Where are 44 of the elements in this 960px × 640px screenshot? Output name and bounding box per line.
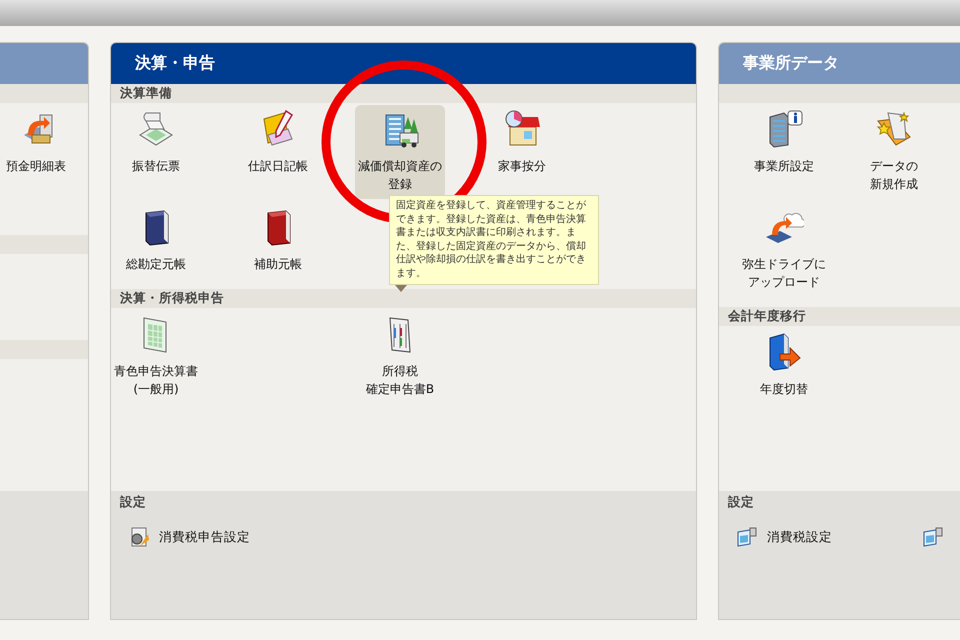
window-icon[interactable] bbox=[922, 526, 944, 548]
launcher-item[interactable]: データの 新規作成 bbox=[844, 105, 944, 199]
launcher-item[interactable]: 事業所設定 bbox=[734, 105, 834, 181]
launcher-item[interactable]: 年度切替 bbox=[734, 328, 834, 404]
panel-title: 決算・申告 bbox=[135, 53, 215, 74]
launcher-label: 減価償却資産の bbox=[358, 158, 442, 175]
launcher-label: データの bbox=[870, 158, 918, 175]
launcher-label: 預金明細表 bbox=[6, 158, 66, 175]
section-header: 会計年度移行 bbox=[719, 307, 960, 326]
section-header: 設定 bbox=[118, 493, 147, 511]
launcher-label: 所得税 bbox=[382, 363, 418, 380]
launcher-item[interactable]: 預金明細表 bbox=[0, 105, 86, 181]
section-header: 設定 bbox=[726, 493, 755, 511]
launcher-item[interactable]: 所得税 確定申告書B bbox=[355, 310, 445, 404]
launcher-label: 振替伝票 bbox=[132, 158, 180, 175]
panel-title: 事業所データ bbox=[743, 53, 839, 74]
launcher-label: 弥生ドライブに bbox=[742, 256, 826, 273]
launcher-item[interactable]: 仕訳日記帳 bbox=[233, 105, 323, 181]
launcher-label: 確定申告書B bbox=[366, 381, 434, 398]
section-header: 決算・所得税申告 bbox=[111, 289, 696, 308]
launcher-item[interactable]: 総勘定元帳 bbox=[111, 203, 201, 279]
launcher-item[interactable]: 弥生ドライブに アップロード bbox=[734, 203, 834, 297]
launcher-item[interactable]: 補助元帳 bbox=[233, 203, 323, 279]
section-header: 決算準備 bbox=[111, 84, 696, 103]
launcher-item[interactable]: 青色申告決算書 (一般用) bbox=[111, 310, 201, 404]
window-icon bbox=[736, 526, 758, 548]
launcher-item[interactable]: 振替伝票 bbox=[111, 105, 201, 181]
tooltip: 固定資産を登録して、資産管理することができます。登録した資産は、青色申告決算書または収支内訳書に印刷されます。また、登録した固定資産のデータから、償却仕訳や除却損の仕訳を書き出すことができます。 bbox=[389, 195, 599, 285]
launcher-item[interactable]: 家事按分 bbox=[477, 105, 567, 181]
launcher-item[interactable]: 減価償却資産の 登録 bbox=[355, 105, 445, 199]
launcher-label: 登録 bbox=[388, 176, 412, 193]
launcher-label: 年度切替 bbox=[760, 381, 808, 398]
launcher-label: 青色申告決算書 bbox=[114, 363, 198, 380]
launcher-label: アップロード bbox=[748, 274, 820, 291]
launcher-label: 仕訳日記帳 bbox=[248, 158, 308, 175]
launcher-label: 補助元帳 bbox=[254, 256, 302, 273]
tooltip-pointer bbox=[395, 285, 407, 292]
launcher-label: (一般用) bbox=[133, 381, 179, 398]
settings-link[interactable]: 消費税申告設定 bbox=[128, 526, 250, 548]
launcher-label: 総勘定元帳 bbox=[126, 256, 186, 273]
launcher-label: 家事按分 bbox=[498, 158, 546, 175]
settings-link[interactable]: 消費税設定 bbox=[736, 526, 832, 548]
launcher-label: 事業所設定 bbox=[754, 158, 814, 175]
launcher-label: 新規作成 bbox=[870, 176, 918, 193]
